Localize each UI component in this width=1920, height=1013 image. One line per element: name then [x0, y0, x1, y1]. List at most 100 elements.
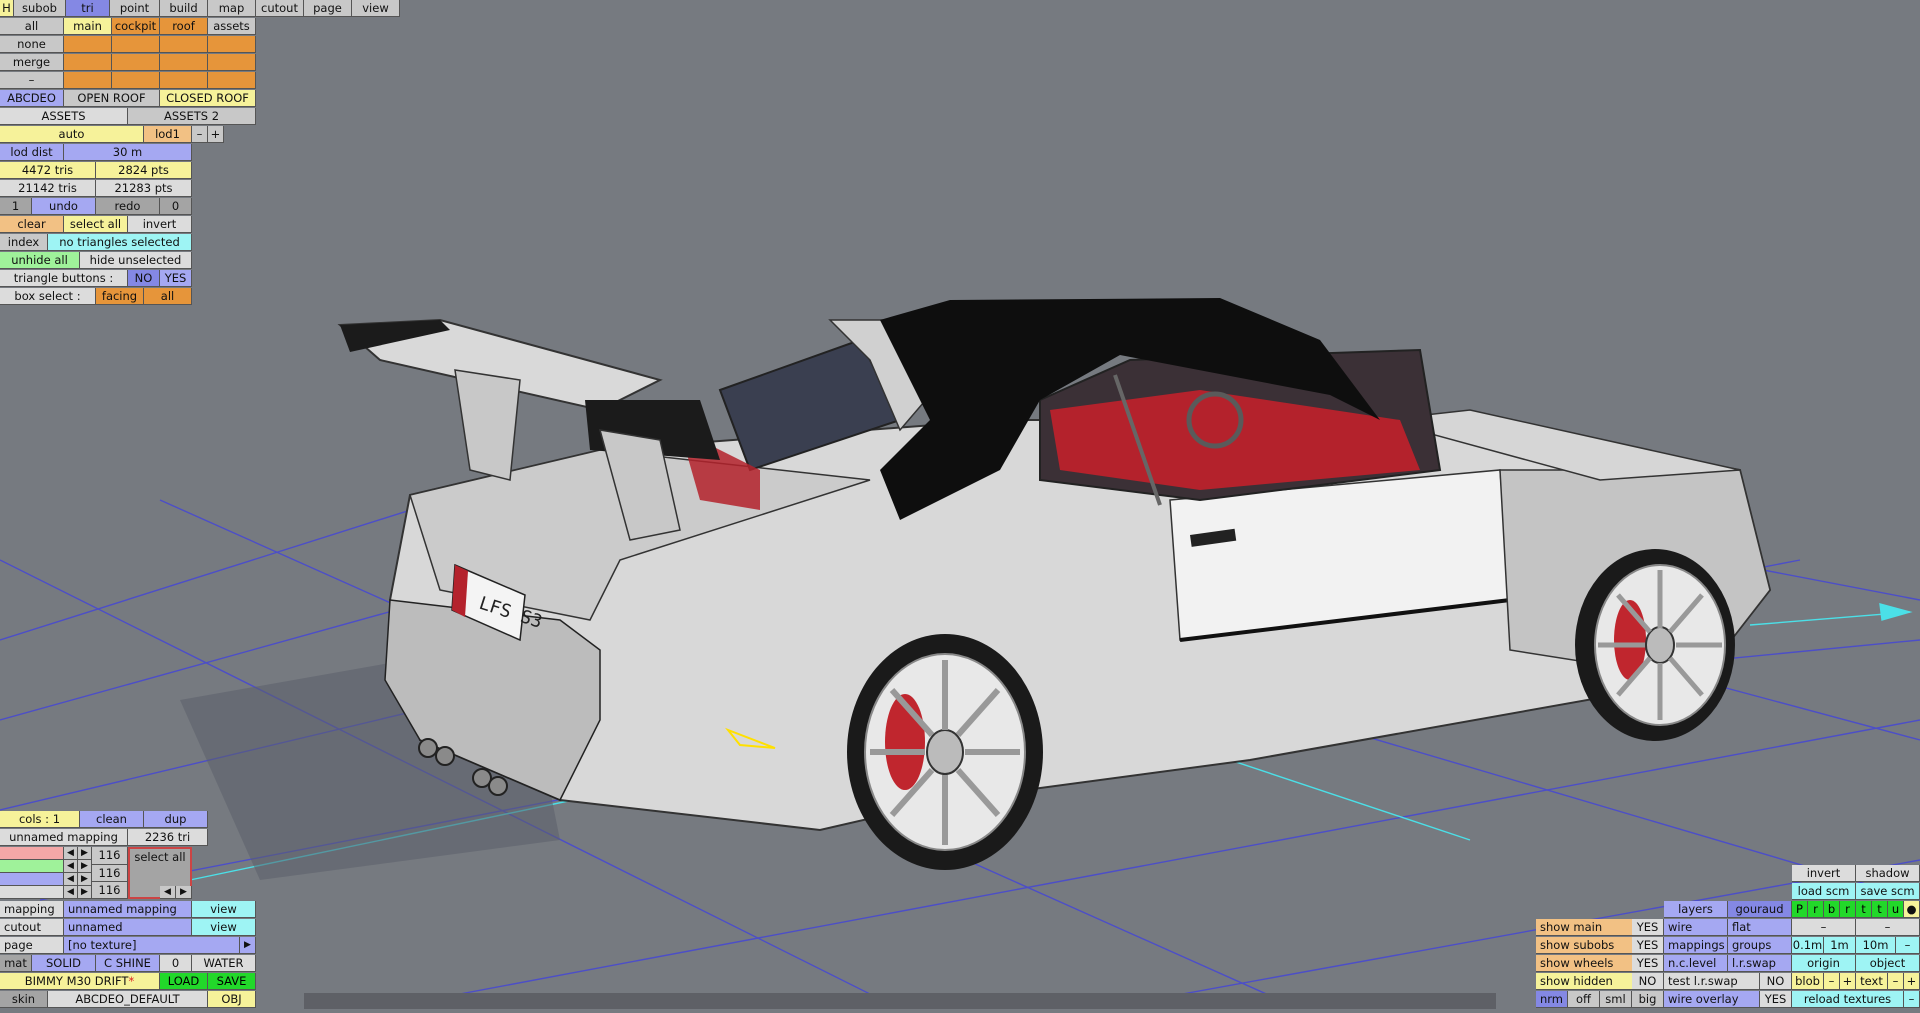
car-name[interactable]: BIMMY M30 DRIFT* — [0, 973, 160, 990]
arrow-right-icon[interactable]: ▶ — [78, 847, 92, 860]
color-swatch-green[interactable] — [0, 860, 64, 873]
arrow-right-icon[interactable]: ▶ — [78, 873, 92, 886]
reload-dash[interactable]: – — [1904, 991, 1920, 1008]
scale-minus[interactable]: – — [1896, 937, 1920, 954]
menu-h[interactable]: H — [0, 0, 14, 17]
select-all-tris-button[interactable]: select all — [64, 216, 128, 233]
gouraud-button[interactable]: gouraud — [1728, 901, 1792, 918]
cutout-value[interactable]: unnamed — [64, 919, 192, 936]
arrow-left-icon[interactable]: ◀ — [64, 873, 78, 886]
dash-1[interactable]: – — [1792, 919, 1856, 936]
save-scm-button[interactable]: save scm — [1856, 883, 1920, 900]
clear-button[interactable]: clear — [0, 216, 64, 233]
subob-tab-cockpit[interactable]: cockpit — [112, 18, 160, 35]
menu-subob[interactable]: subob — [14, 0, 66, 17]
menu-map[interactable]: map — [208, 0, 256, 17]
config-closed-roof[interactable]: CLOSED ROOF — [160, 90, 256, 107]
hide-unselected-button[interactable]: hide unselected — [80, 252, 192, 269]
wire-overlay-yes[interactable]: YES — [1760, 991, 1792, 1008]
triangle-buttons-yes[interactable]: YES — [160, 270, 192, 287]
arrow-left-icon[interactable]: ◀ — [160, 886, 176, 899]
menu-cutout[interactable]: cutout — [256, 0, 304, 17]
car-model[interactable]: LFS S3 — [337, 298, 1772, 870]
arrow-right-icon[interactable]: ▶ — [78, 886, 92, 899]
unhide-all-button[interactable]: unhide all — [0, 252, 80, 269]
clean-button[interactable]: clean — [80, 811, 144, 828]
show-subobs-yes[interactable]: YES — [1632, 937, 1664, 954]
test-lrswap-button[interactable]: test l.r.swap — [1664, 973, 1760, 990]
mapping-name[interactable]: unnamed mapping — [0, 829, 128, 846]
color-swatch-blue[interactable] — [0, 873, 64, 886]
invert-button[interactable]: invert — [128, 216, 192, 233]
menu-view[interactable]: view — [352, 0, 400, 17]
flag-r[interactable]: r — [1808, 901, 1824, 918]
shadow-button[interactable]: shadow — [1856, 865, 1920, 882]
lod-minus-button[interactable]: – — [192, 126, 208, 143]
subob-tab-main[interactable]: main — [64, 18, 112, 35]
mat-cshine-button[interactable]: C SHINE — [96, 955, 160, 972]
scale-1m[interactable]: 1m — [1824, 937, 1856, 954]
box-select-all[interactable]: all — [144, 288, 192, 305]
text-button[interactable]: text — [1856, 973, 1888, 990]
big-button[interactable]: big — [1632, 991, 1664, 1008]
reload-textures-button[interactable]: reload textures — [1792, 991, 1904, 1008]
menu-point[interactable]: point — [110, 0, 160, 17]
lod-plus-button[interactable]: + — [208, 126, 224, 143]
flag-u[interactable]: u — [1888, 901, 1904, 918]
scale-10m[interactable]: 10m — [1856, 937, 1896, 954]
arrow-left-icon[interactable]: ◀ — [64, 860, 78, 873]
grid-cell[interactable] — [112, 36, 160, 53]
arrow-left-icon[interactable]: ◀ — [64, 847, 78, 860]
config-abcdeo[interactable]: ABCDEO — [0, 90, 64, 107]
arrow-right-icon[interactable]: ▶ — [176, 886, 192, 899]
mapping-view-button[interactable]: view — [192, 901, 256, 918]
grid-cell[interactable] — [64, 54, 112, 71]
nrm-button[interactable]: nrm — [1536, 991, 1568, 1008]
scale-01m[interactable]: 0.1m — [1792, 937, 1824, 954]
flag-p[interactable]: P — [1792, 901, 1808, 918]
grid-cell[interactable] — [208, 36, 256, 53]
flag-r2[interactable]: r — [1840, 901, 1856, 918]
assets-tab[interactable]: ASSETS — [0, 108, 128, 125]
config-open-roof[interactable]: OPEN ROOF — [64, 90, 160, 107]
viewport-canvas[interactable]: LFS S3 — [0, 0, 1920, 1010]
lod-mode[interactable]: auto — [0, 126, 144, 143]
color-swatch-red[interactable] — [0, 847, 64, 860]
3d-viewport[interactable]: LFS S3 — [0, 0, 1920, 1010]
subob-tab-assets[interactable]: assets — [208, 18, 256, 35]
lod-name[interactable]: lod1 — [144, 126, 192, 143]
arrow-left-icon[interactable]: ◀ — [64, 886, 78, 899]
text-minus[interactable]: – — [1888, 973, 1904, 990]
grid-cell[interactable] — [208, 72, 256, 89]
mat-solid-button[interactable]: SOLID — [32, 955, 96, 972]
groups-button[interactable]: groups — [1728, 937, 1792, 954]
obj-button[interactable]: OBJ — [208, 991, 256, 1008]
mat-value[interactable]: 0 — [160, 955, 192, 972]
save-button[interactable]: SAVE — [208, 973, 256, 990]
flat-button[interactable]: flat — [1728, 919, 1792, 936]
layers-button[interactable]: layers — [1664, 901, 1728, 918]
nclevel-button[interactable]: n.c.level — [1664, 955, 1728, 972]
grid-cell[interactable] — [112, 54, 160, 71]
cutout-view-button[interactable]: view — [192, 919, 256, 936]
flag-t[interactable]: t — [1856, 901, 1872, 918]
assets-2-tab[interactable]: ASSETS 2 — [128, 108, 256, 125]
lrswap-button[interactable]: l.r.swap — [1728, 955, 1792, 972]
menu-page[interactable]: page — [304, 0, 352, 17]
menu-build[interactable]: build — [160, 0, 208, 17]
load-button[interactable]: LOAD — [160, 973, 208, 990]
wire-button[interactable]: wire — [1664, 919, 1728, 936]
redo-button[interactable]: redo — [96, 198, 160, 215]
show-main-yes[interactable]: YES — [1632, 919, 1664, 936]
select-all-button[interactable]: all — [0, 18, 64, 35]
flag-b[interactable]: b — [1824, 901, 1840, 918]
blob-plus[interactable]: + — [1840, 973, 1856, 990]
grid-cell[interactable] — [64, 72, 112, 89]
origin-button[interactable]: origin — [1792, 955, 1856, 972]
grid-cell[interactable] — [64, 36, 112, 53]
index-button[interactable]: index — [0, 234, 48, 251]
flag-t2[interactable]: t — [1872, 901, 1888, 918]
subob-tab-roof[interactable]: roof — [160, 18, 208, 35]
test-lrswap-no[interactable]: NO — [1760, 973, 1792, 990]
load-scm-button[interactable]: load scm — [1792, 883, 1856, 900]
